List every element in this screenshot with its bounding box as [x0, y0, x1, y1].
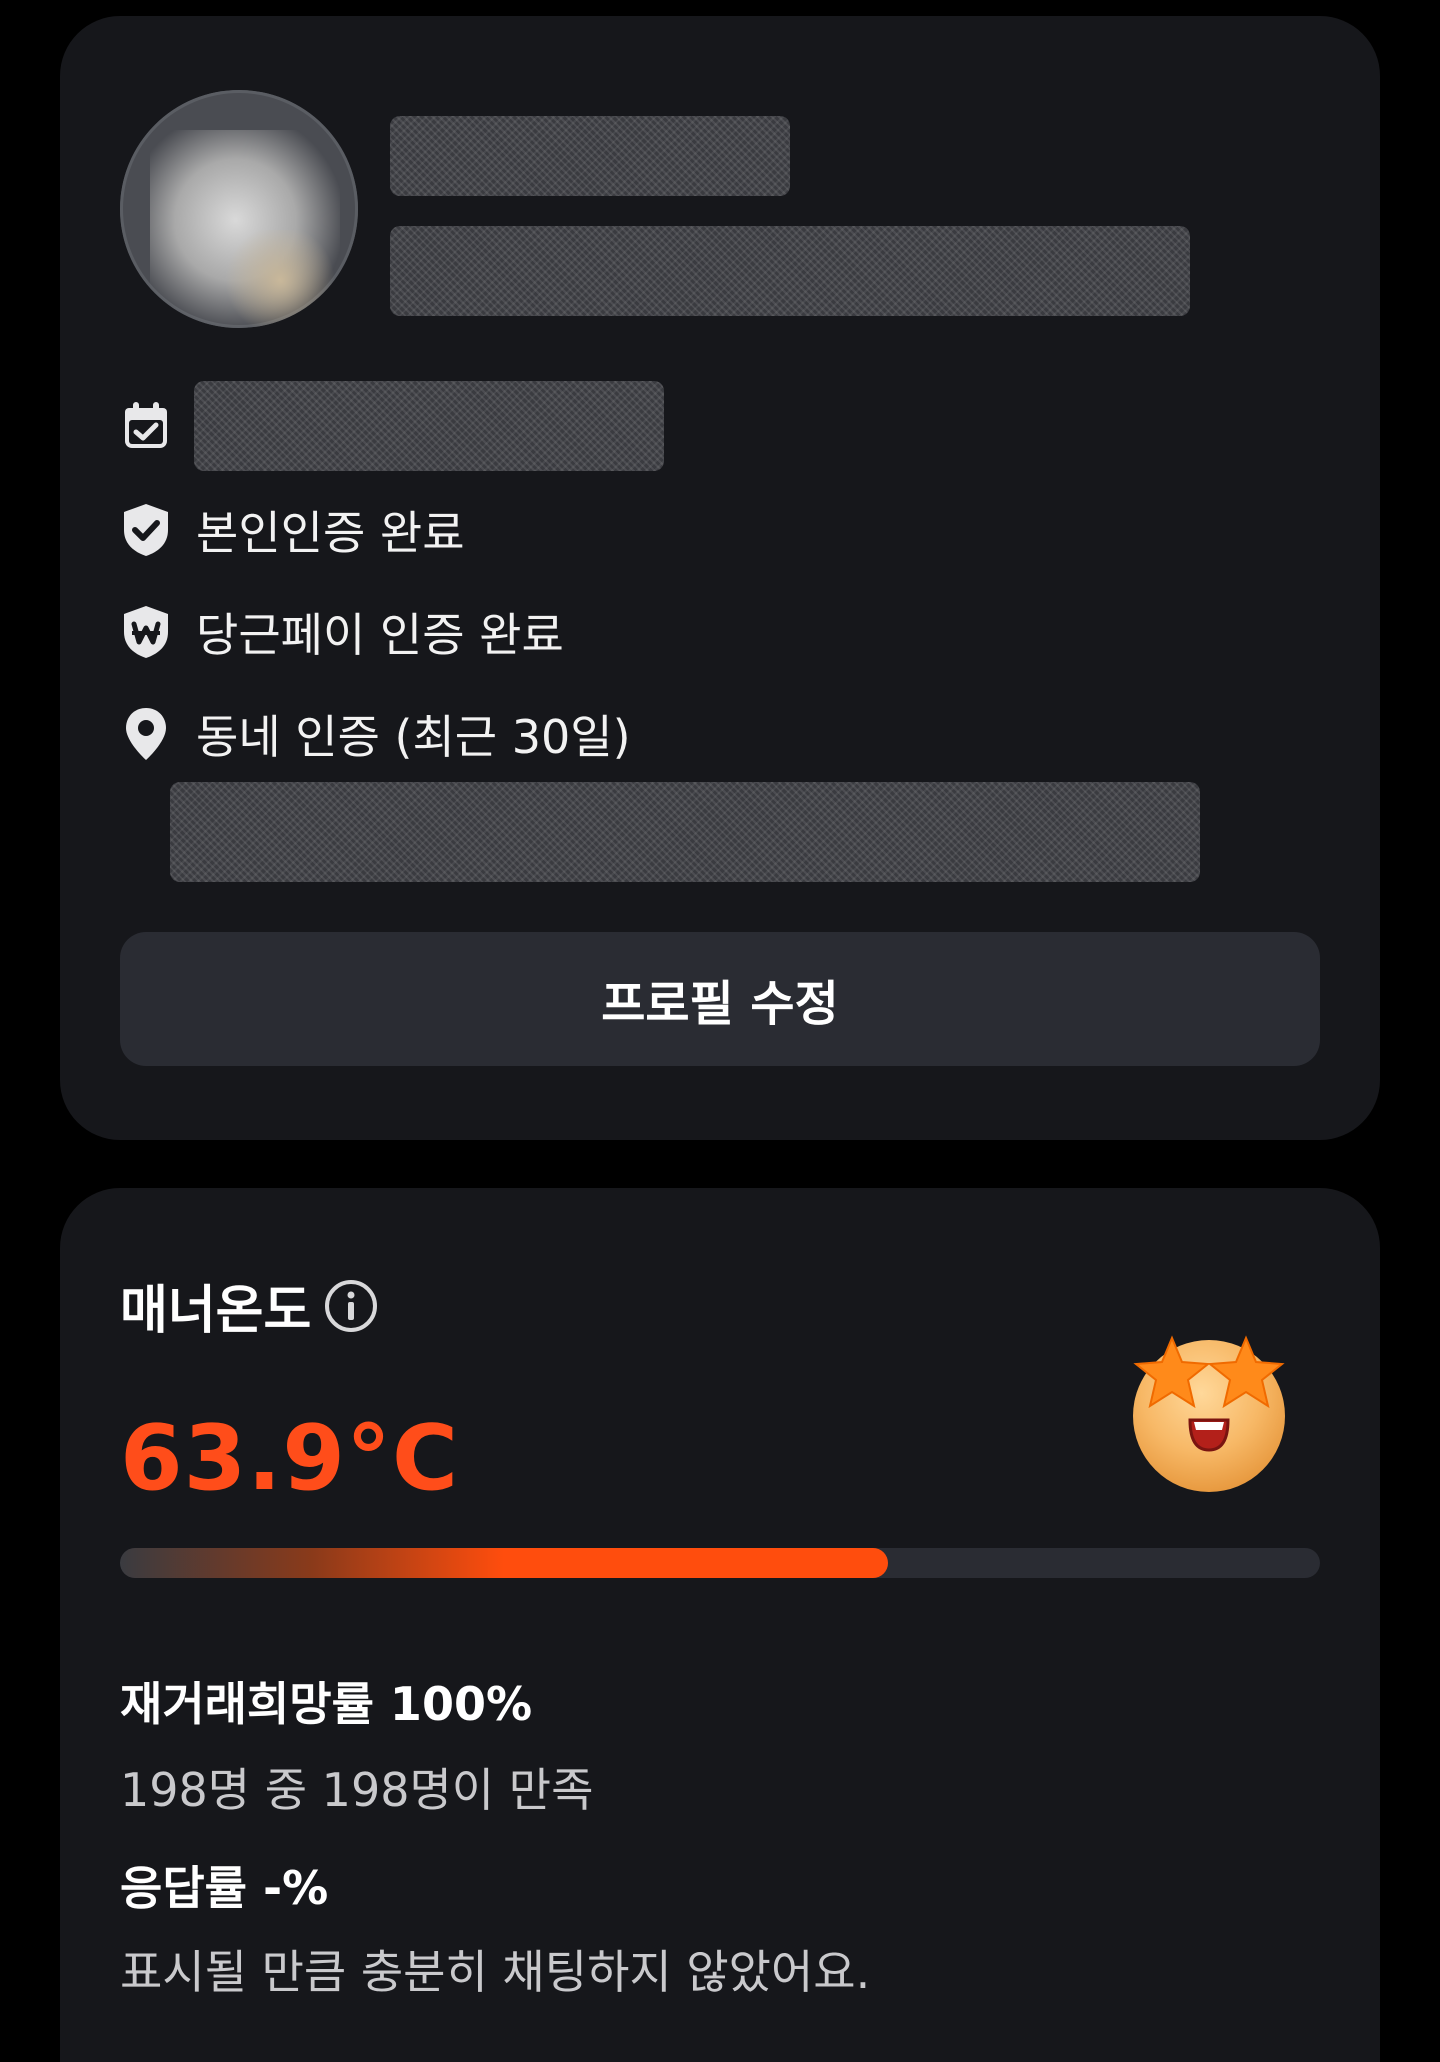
manner-title: 매너온도	[120, 1281, 312, 1341]
avatar-redacted-highlight	[220, 230, 340, 328]
star-eyes-face-icon	[1124, 1324, 1294, 1494]
manner-temperature-card: 매너온도 63.9°C 재거래희망률 100% 198명 중 198명이 만족 …	[60, 1188, 1380, 2062]
redacted-nickname	[390, 116, 790, 196]
manner-temperature-value: 63.9°C	[120, 1406, 460, 1511]
won-shield-icon	[120, 604, 172, 660]
avatar[interactable]	[120, 90, 358, 328]
identity-verified-row: 본인인증 완료	[120, 500, 465, 560]
identity-verified-label: 본인인증 완료	[196, 506, 465, 560]
edit-profile-button[interactable]: 프로필 수정	[120, 932, 1320, 1066]
profile-card: 본인인증 완료 당근페이 인증 완료 동네 인증 (최근 30일) 프로필 수정	[60, 16, 1380, 1140]
redacted-join-date	[194, 381, 664, 471]
location-pin-icon	[120, 706, 172, 762]
neighborhood-verified-row: 동네 인증 (최근 30일)	[120, 704, 631, 764]
rehire-rate-detail: 198명 중 198명이 만족	[120, 1763, 594, 1817]
join-date-row	[120, 381, 664, 471]
info-icon[interactable]	[323, 1278, 379, 1334]
manner-title-row: 매너온도	[120, 1268, 379, 1343]
response-rate-detail: 표시될 만큼 충분히 채팅하지 않았어요.	[120, 1945, 871, 1999]
pay-verified-row: 당근페이 인증 완료	[120, 602, 564, 662]
pay-verified-label: 당근페이 인증 완료	[196, 608, 564, 662]
response-rate-label: 응답률 -%	[120, 1861, 329, 1915]
manner-temperature-bar	[120, 1548, 1320, 1578]
rehire-rate-label: 재거래희망률 100%	[120, 1677, 533, 1731]
redacted-neighborhood-info	[170, 782, 1200, 882]
calendar-check-icon	[120, 398, 172, 454]
shield-check-icon	[120, 502, 172, 558]
manner-temperature-bar-fill	[120, 1548, 888, 1578]
redacted-user-info	[390, 226, 1190, 316]
neighborhood-verified-label: 동네 인증 (최근 30일)	[196, 710, 631, 764]
